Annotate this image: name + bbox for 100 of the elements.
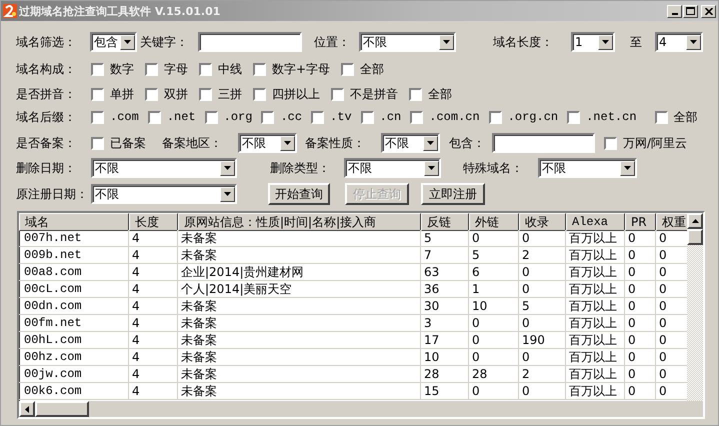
scroll-left-button[interactable] bbox=[19, 401, 35, 417]
table-cell: 2 bbox=[519, 366, 566, 383]
checkbox[interactable] bbox=[410, 110, 424, 124]
column-header[interactable]: 外链 bbox=[469, 213, 519, 231]
scroll-thumb[interactable] bbox=[687, 229, 703, 245]
checkbox[interactable] bbox=[91, 88, 104, 100]
table-cell: 4 bbox=[129, 349, 178, 366]
table-cell: 00k6.com bbox=[19, 383, 129, 400]
input-field[interactable] bbox=[492, 133, 595, 153]
checkbox[interactable] bbox=[253, 88, 266, 100]
table-cell: 0 bbox=[469, 315, 519, 332]
checkbox[interactable] bbox=[204, 110, 218, 124]
checkbox[interactable] bbox=[409, 88, 422, 100]
dropdown[interactable]: 不限 bbox=[344, 158, 441, 178]
table-cell: 4 bbox=[129, 298, 178, 315]
table-cell: 007h.net bbox=[19, 230, 129, 247]
checkbox[interactable] bbox=[567, 110, 580, 124]
dropdown[interactable]: 不限 bbox=[359, 32, 456, 52]
table-cell: 3 bbox=[421, 315, 469, 332]
checkbox[interactable] bbox=[341, 62, 354, 76]
table-cell: 28 bbox=[469, 366, 519, 383]
checkbox[interactable] bbox=[145, 62, 158, 76]
button[interactable]: 立即注册 bbox=[421, 183, 485, 205]
checkbox[interactable] bbox=[199, 62, 212, 76]
column-header[interactable]: 原网站信息：性质|时间|名称|接入商 bbox=[178, 213, 421, 231]
table-cell: 未备案 bbox=[178, 298, 421, 315]
table-cell: 4 bbox=[129, 332, 178, 349]
dropdown[interactable]: 不限 bbox=[91, 158, 237, 178]
checkbox[interactable] bbox=[488, 110, 502, 124]
checkbox[interactable] bbox=[331, 88, 344, 100]
dropdown[interactable]: 1 bbox=[571, 32, 615, 52]
column-header[interactable]: 反链 bbox=[421, 213, 469, 231]
table-cell: 0 bbox=[625, 247, 656, 264]
checkbox[interactable] bbox=[148, 110, 161, 124]
column-header[interactable]: 权重 bbox=[656, 213, 687, 231]
checkbox-label: .tv bbox=[330, 110, 352, 124]
dropdown[interactable]: 4 bbox=[655, 32, 703, 52]
checkbox[interactable] bbox=[261, 110, 274, 124]
table-cell: 未备案 bbox=[178, 366, 421, 383]
table-cell: 0 bbox=[469, 383, 519, 400]
table-cell: 5 bbox=[421, 230, 469, 247]
caret-icon bbox=[224, 166, 231, 170]
table-cell: 百万以上 bbox=[566, 298, 625, 315]
checkbox[interactable] bbox=[91, 110, 104, 124]
column-header[interactable]: 域名 bbox=[19, 213, 129, 231]
table-cell: 17 bbox=[421, 332, 469, 349]
caret-icon bbox=[443, 40, 450, 44]
table-cell: 4 bbox=[129, 230, 178, 247]
minimize-icon bbox=[672, 12, 678, 14]
window-title: 过期域名抢注查询工具软件 V.15.01.01 bbox=[19, 4, 220, 18]
dropdown[interactable]: 不限 bbox=[381, 133, 440, 153]
vertical-scrollbar[interactable] bbox=[687, 213, 703, 401]
input-field[interactable] bbox=[198, 32, 302, 52]
dropdown[interactable]: 包含 bbox=[90, 32, 137, 52]
table-cell: 4 bbox=[129, 281, 178, 298]
table-cell: 百万以上 bbox=[566, 247, 625, 264]
table-cell: 00fm.net bbox=[19, 315, 129, 332]
field-label: 位置： bbox=[314, 35, 350, 49]
table-cell: 00jw.com bbox=[19, 366, 129, 383]
checkbox[interactable] bbox=[91, 62, 104, 76]
checkbox[interactable] bbox=[654, 110, 668, 124]
checkbox-label: .cn bbox=[380, 110, 402, 124]
field-label: 备案性质： bbox=[305, 136, 365, 150]
checkbox[interactable] bbox=[253, 62, 266, 76]
checkbox[interactable] bbox=[311, 110, 324, 124]
close-button[interactable] bbox=[701, 4, 716, 18]
horizontal-scrollbar[interactable] bbox=[19, 401, 703, 417]
column-header[interactable]: 长度 bbox=[129, 213, 178, 231]
scroll-thumb[interactable] bbox=[35, 401, 89, 417]
dropdown[interactable]: 不限 bbox=[238, 133, 297, 153]
checkbox[interactable] bbox=[145, 88, 158, 100]
button[interactable]: 开始查询 bbox=[268, 183, 330, 205]
checkbox-label: 字母 bbox=[164, 60, 188, 78]
column-header[interactable]: PR bbox=[625, 213, 656, 231]
app-icon bbox=[3, 3, 17, 19]
checkbox[interactable] bbox=[604, 136, 617, 150]
scroll-up-button[interactable] bbox=[687, 213, 703, 229]
maximize-button[interactable] bbox=[683, 4, 698, 18]
column-header[interactable]: Alexa bbox=[566, 213, 625, 231]
dropdown[interactable]: 不限 bbox=[538, 158, 637, 178]
maximize-icon bbox=[686, 7, 695, 15]
checkbox-label: 四拼以上 bbox=[272, 86, 320, 102]
caret-icon bbox=[427, 141, 434, 145]
table-cell: 0 bbox=[469, 332, 519, 349]
table-cell: 百万以上 bbox=[566, 349, 625, 366]
dropdown[interactable]: 不限 bbox=[91, 184, 237, 204]
checkbox[interactable] bbox=[199, 88, 212, 100]
column-header[interactable]: 收录 bbox=[519, 213, 566, 231]
minimize-button[interactable] bbox=[667, 4, 682, 18]
checkbox[interactable] bbox=[91, 136, 104, 150]
field-label: 域名构成： bbox=[16, 62, 76, 76]
caret-icon bbox=[224, 192, 231, 196]
table-cell: 未备案 bbox=[178, 332, 421, 349]
checkbox[interactable] bbox=[360, 110, 374, 124]
table-cell: 00hL.com bbox=[19, 332, 129, 349]
checkbox-label: 万网/阿里云 bbox=[623, 134, 688, 152]
checkbox-label: .net.cn bbox=[586, 110, 637, 124]
checkbox-label: .org bbox=[224, 110, 252, 124]
field-label: 关键字： bbox=[140, 35, 188, 49]
checkbox-label: 不是拼音 bbox=[350, 86, 398, 102]
